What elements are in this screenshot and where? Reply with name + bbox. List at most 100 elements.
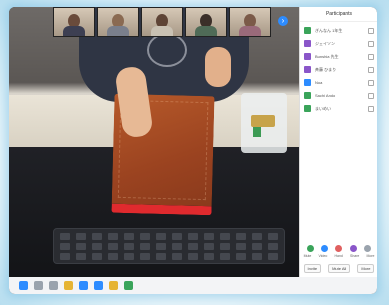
keyboard-key — [92, 233, 102, 240]
video-icon[interactable] — [321, 245, 329, 252]
participant-avatar — [304, 27, 311, 34]
gallery-next-button[interactable]: › — [273, 7, 293, 35]
zoom-icon[interactable] — [94, 281, 103, 290]
participant-row[interactable]: Noa — [300, 76, 377, 89]
action-labels: Mute Video Hand Share More — [300, 254, 377, 258]
keyboard-key — [220, 243, 230, 250]
action-label: More — [366, 254, 375, 258]
chrome-icon[interactable] — [64, 281, 73, 290]
mic-icon[interactable] — [368, 53, 374, 60]
keyboard-key — [76, 253, 86, 260]
more-icon[interactable] — [364, 245, 372, 252]
keyboard-key — [92, 253, 102, 260]
participant-row[interactable]: ジェイソン — [300, 37, 377, 50]
keyboard-key — [252, 243, 262, 250]
keyboard-key — [108, 243, 118, 250]
participant-row[interactable]: 斉藤 ひまり — [300, 63, 377, 76]
store-icon[interactable] — [124, 281, 133, 290]
gallery-strip: › — [53, 7, 293, 37]
keyboard-key — [188, 243, 198, 250]
raise-hand-icon[interactable] — [335, 245, 343, 252]
mute-icon[interactable] — [306, 245, 314, 252]
action-row — [300, 245, 377, 252]
participant-avatar — [304, 66, 311, 73]
gallery-thumb[interactable] — [141, 7, 183, 37]
keyboard-key — [188, 253, 198, 260]
keyboard-key — [124, 233, 134, 240]
gallery-thumb[interactable] — [97, 7, 139, 37]
keyboard-key — [156, 253, 166, 260]
panel-actions: Mute Video Hand Share More Invite Mute All M… — [300, 245, 377, 273]
keyboard-key — [76, 243, 86, 250]
participant-name: まいめい — [315, 105, 331, 111]
action-label: Hand — [334, 254, 343, 258]
action-label: Mute — [303, 254, 312, 258]
participants-panel: Participants ぎんなん 1年生ジェイソン Bunshia 先生 斉藤 ひ… — [299, 7, 377, 277]
shirt-logo — [147, 33, 187, 67]
keyboard-key — [124, 243, 134, 250]
mic-icon[interactable] — [368, 27, 374, 34]
taskbar — [9, 277, 377, 294]
panel-buttons: Invite Mute All More — [300, 264, 377, 273]
keyboard-key — [204, 243, 214, 250]
participant-avatar — [304, 92, 311, 99]
keyboard-key — [220, 253, 230, 260]
keyboard-key — [60, 233, 70, 240]
mail-icon[interactable] — [79, 281, 88, 290]
keyboard-key — [204, 253, 214, 260]
video-hand-right — [205, 47, 231, 87]
participant-name: Bunshia 先生 — [315, 53, 339, 59]
mic-icon[interactable] — [368, 92, 374, 99]
action-label: Share — [349, 254, 360, 258]
keyboard-key — [60, 253, 70, 260]
monitor-screen: › Participants ぎんなん 1年生ジェイソン Bunshia 先生 斉藤… — [9, 7, 377, 294]
keyboard-key — [236, 243, 246, 250]
keyboard-key — [108, 233, 118, 240]
keyboard-key — [156, 243, 166, 250]
keyboard-key — [60, 243, 70, 250]
gallery-thumb[interactable] — [229, 7, 271, 37]
keyboard-key — [236, 233, 246, 240]
gallery-thumb[interactable] — [53, 7, 95, 37]
more-button[interactable]: More — [357, 264, 375, 273]
keyboard-key — [172, 233, 182, 240]
mic-icon[interactable] — [368, 66, 374, 73]
participant-name: 斉藤 ひまり — [315, 66, 337, 72]
keyboard-key — [108, 253, 118, 260]
mic-icon[interactable] — [368, 79, 374, 86]
mute-all-button[interactable]: Mute All — [328, 264, 351, 273]
explorer-icon[interactable] — [49, 281, 58, 290]
invite-button[interactable]: Invite — [303, 264, 322, 273]
action-label: Video — [318, 254, 328, 258]
keyboard-key — [140, 253, 150, 260]
participant-row[interactable]: ぎんなん 1年生 — [300, 24, 377, 37]
keyboard-key — [172, 253, 182, 260]
mic-icon[interactable] — [368, 105, 374, 112]
participant-row[interactable]: まいめい — [300, 102, 377, 115]
participant-row[interactable]: Sachi Ando — [300, 89, 377, 102]
mic-icon[interactable] — [368, 40, 374, 47]
keyboard-key — [268, 243, 278, 250]
keyboard-key — [252, 253, 262, 260]
keyboard-key — [172, 243, 182, 250]
folder-icon[interactable] — [109, 281, 118, 290]
keyboard-key — [268, 253, 278, 260]
keyboard-key — [124, 253, 134, 260]
participant-name: ジェイソン — [315, 40, 335, 46]
participant-avatar — [304, 53, 311, 60]
gallery-thumb[interactable] — [185, 7, 227, 37]
panel-title: Participants — [300, 7, 377, 22]
keyboard-key — [140, 233, 150, 240]
keyboard-key — [252, 233, 262, 240]
keyboard-key — [156, 233, 166, 240]
search-icon[interactable] — [34, 281, 43, 290]
keyboard-key — [268, 233, 278, 240]
participant-row[interactable]: Bunshia 先生 — [300, 50, 377, 63]
keyboard-key — [76, 233, 86, 240]
participant-avatar — [304, 40, 311, 47]
start-icon[interactable] — [19, 281, 28, 290]
video-keyboard — [53, 228, 285, 264]
main-video-feed[interactable]: › — [9, 7, 299, 277]
keyboard-key — [140, 243, 150, 250]
share-icon[interactable] — [349, 245, 357, 252]
